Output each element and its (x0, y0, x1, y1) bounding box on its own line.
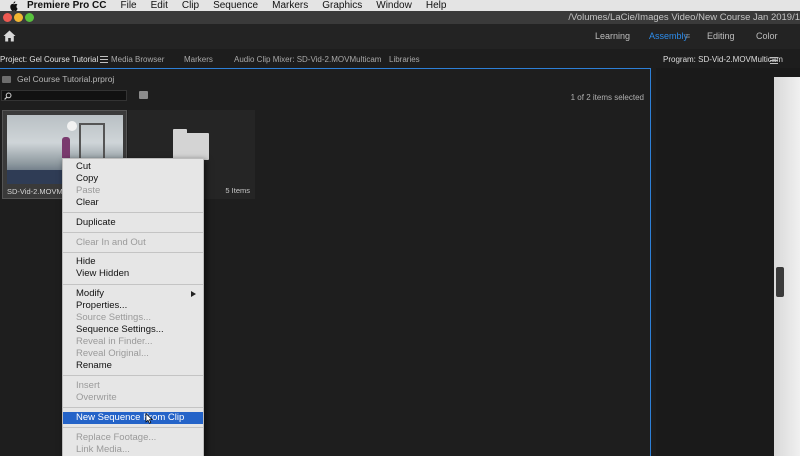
menu-item-copy[interactable]: Copy (63, 173, 203, 185)
close-window-button[interactable] (3, 13, 12, 22)
menu-item-clear[interactable]: Clear (63, 197, 203, 209)
tab-project[interactable]: Project: Gel Course Tutorial (0, 55, 98, 64)
menu-item-rename[interactable]: Rename (63, 360, 203, 372)
program-panel-menu-icon[interactable] (770, 57, 778, 64)
workspace-tab-color[interactable]: Color (756, 31, 778, 41)
menu-item-cut[interactable]: Cut (63, 161, 203, 173)
menu-app-name[interactable]: Premiere Pro CC (24, 0, 113, 11)
menu-item-duplicate[interactable]: Duplicate (63, 217, 203, 229)
project-file-name: Gel Course Tutorial.prproj (17, 74, 115, 84)
search-icon (4, 92, 12, 100)
menu-separator (63, 252, 203, 253)
window-title-path: /Volumes/LaCie/Images Video/New Course J… (568, 12, 800, 23)
menu-item-hide[interactable]: Hide (63, 256, 203, 268)
menu-separator (63, 407, 203, 408)
workspace-menu-icon[interactable]: ≡ (685, 31, 694, 41)
context-menu: Cut Copy Paste Clear Duplicate Clear In … (62, 158, 204, 456)
project-panel-tabs: Project: Gel Course Tutorial Media Brows… (0, 52, 650, 68)
menu-item-modify[interactable]: Modify (63, 288, 203, 300)
home-icon[interactable] (3, 30, 16, 42)
panel-menu-icon[interactable] (100, 56, 108, 63)
menu-separator (63, 375, 203, 376)
workspace-tab-assembly[interactable]: Assembly (649, 31, 688, 41)
menu-item-reveal-original: Reveal Original... (76, 348, 149, 359)
menu-item-new-sequence-from-clip[interactable]: New Sequence From Clip (63, 412, 203, 424)
bin-folder-icon (173, 129, 209, 160)
menu-clip[interactable]: Clip (175, 0, 206, 11)
menu-item-link-media: Link Media... (76, 444, 130, 455)
program-monitor-tabs: Program: SD-Vid-2.MOVMulticam (656, 52, 800, 68)
menu-item-insert: Insert (76, 380, 100, 391)
tab-audio-clip-mixer[interactable]: Audio Clip Mixer: SD-Vid-2.MOVMulticam (234, 55, 381, 64)
minimize-window-button[interactable] (14, 13, 23, 22)
menu-item-reveal-in-finder: Reveal in Finder... (76, 336, 153, 347)
tab-libraries[interactable]: Libraries (389, 55, 420, 64)
project-folder-icon (2, 76, 11, 83)
menu-separator (63, 427, 203, 428)
menu-item-replace-footage: Replace Footage... (76, 432, 157, 443)
menu-item-properties[interactable]: Properties... (63, 300, 203, 312)
menu-graphics[interactable]: Graphics (315, 0, 369, 11)
menu-edit[interactable]: Edit (144, 0, 175, 11)
bin-item-count: 5 Items (225, 186, 250, 195)
apple-icon[interactable] (8, 0, 18, 11)
tab-media-browser[interactable]: Media Browser (111, 55, 164, 64)
menu-item-view-hidden[interactable]: View Hidden (63, 268, 203, 280)
menu-item-modify-label: Modify (76, 288, 104, 299)
tab-markers[interactable]: Markers (184, 55, 213, 64)
window-titlebar: /Volumes/LaCie/Images Video/New Course J… (0, 11, 800, 24)
menu-item-overwrite: Overwrite (76, 392, 117, 403)
menu-item-sequence-settings[interactable]: Sequence Settings... (63, 324, 203, 336)
mac-menubar: Premiere Pro CC File Edit Clip Sequence … (0, 0, 800, 11)
menu-separator (63, 284, 203, 285)
selection-count: 1 of 2 items selected (570, 93, 644, 102)
program-video-frame (774, 77, 800, 456)
menu-item-clear-in-out: Clear In and Out (76, 237, 146, 248)
menu-file[interactable]: File (113, 0, 143, 11)
project-file-row: Gel Course Tutorial.prproj (0, 71, 650, 87)
menu-help[interactable]: Help (419, 0, 454, 11)
menu-item-new-sequence-label: New Sequence From Clip (76, 412, 185, 423)
project-search-input[interactable] (1, 90, 127, 101)
workspace-tab-learning[interactable]: Learning (595, 31, 630, 41)
zoom-window-button[interactable] (25, 13, 34, 22)
workspace-bar: Learning Assembly ≡ Editing Color (0, 24, 800, 49)
menu-item-source-settings: Source Settings... (76, 312, 151, 323)
menu-window[interactable]: Window (369, 0, 419, 11)
menu-sequence[interactable]: Sequence (206, 0, 265, 11)
menu-separator (63, 232, 203, 233)
menu-separator (63, 212, 203, 213)
menu-markers[interactable]: Markers (265, 0, 315, 11)
mouse-cursor-icon (145, 413, 154, 424)
tab-program-monitor[interactable]: Program: SD-Vid-2.MOVMulticam (663, 55, 783, 64)
submenu-arrow-icon (191, 291, 196, 297)
new-bin-icon[interactable] (139, 91, 148, 99)
workspace-tab-editing[interactable]: Editing (707, 31, 735, 41)
menu-item-paste: Paste (76, 185, 101, 196)
